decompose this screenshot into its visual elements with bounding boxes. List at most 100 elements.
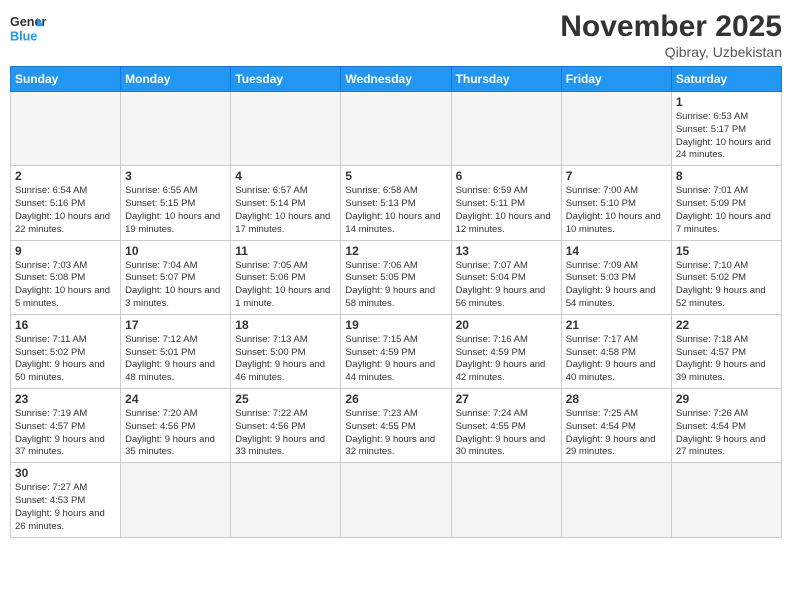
day-number: 7 [566,169,667,183]
sun-info: Sunrise: 7:03 AM Sunset: 5:08 PM Dayligh… [15,260,116,311]
day-number: 22 [676,318,777,332]
empty-cell [451,92,561,166]
day-cell-18: 18 Sunrise: 7:13 AM Sunset: 5:00 PM Dayl… [231,314,341,388]
day-number: 29 [676,392,777,406]
day-cell-1: 1 Sunrise: 6:53 AM Sunset: 5:17 PM Dayli… [671,92,781,166]
page-header: General Blue November 2025 Qibray, Uzbek… [10,10,782,60]
day-cell-17: 17 Sunrise: 7:12 AM Sunset: 5:01 PM Dayl… [121,314,231,388]
calendar-row: 2 Sunrise: 6:54 AM Sunset: 5:16 PM Dayli… [11,166,782,240]
day-number: 16 [15,318,116,332]
empty-cell [231,463,341,537]
day-number: 30 [15,466,116,480]
day-number: 1 [676,95,777,109]
day-cell-14: 14 Sunrise: 7:09 AM Sunset: 5:03 PM Dayl… [561,240,671,314]
empty-cell [341,463,451,537]
day-cell-23: 23 Sunrise: 7:19 AM Sunset: 4:57 PM Dayl… [11,389,121,463]
header-friday: Friday [561,67,671,92]
header-wednesday: Wednesday [341,67,451,92]
day-number: 13 [456,244,557,258]
day-number: 24 [125,392,226,406]
sun-info: Sunrise: 7:12 AM Sunset: 5:01 PM Dayligh… [125,334,226,385]
empty-cell [341,92,451,166]
day-cell-2: 2 Sunrise: 6:54 AM Sunset: 5:16 PM Dayli… [11,166,121,240]
weekday-header-row: Sunday Monday Tuesday Wednesday Thursday… [11,67,782,92]
sun-info: Sunrise: 7:25 AM Sunset: 4:54 PM Dayligh… [566,408,667,459]
sun-info: Sunrise: 7:23 AM Sunset: 4:55 PM Dayligh… [345,408,446,459]
calendar-table: Sunday Monday Tuesday Wednesday Thursday… [10,66,782,538]
empty-cell [451,463,561,537]
sun-info: Sunrise: 7:11 AM Sunset: 5:02 PM Dayligh… [15,334,116,385]
sun-info: Sunrise: 7:22 AM Sunset: 4:56 PM Dayligh… [235,408,336,459]
day-number: 28 [566,392,667,406]
calendar-row: 1 Sunrise: 6:53 AM Sunset: 5:17 PM Dayli… [11,92,782,166]
sun-info: Sunrise: 7:16 AM Sunset: 4:59 PM Dayligh… [456,334,557,385]
day-cell-8: 8 Sunrise: 7:01 AM Sunset: 5:09 PM Dayli… [671,166,781,240]
sun-info: Sunrise: 7:00 AM Sunset: 5:10 PM Dayligh… [566,185,667,236]
sun-info: Sunrise: 6:54 AM Sunset: 5:16 PM Dayligh… [15,185,116,236]
sun-info: Sunrise: 7:06 AM Sunset: 5:05 PM Dayligh… [345,260,446,311]
day-cell-12: 12 Sunrise: 7:06 AM Sunset: 5:05 PM Dayl… [341,240,451,314]
day-number: 9 [15,244,116,258]
day-cell-30: 30 Sunrise: 7:27 AM Sunset: 4:53 PM Dayl… [11,463,121,537]
empty-cell [11,92,121,166]
header-monday: Monday [121,67,231,92]
header-sunday: Sunday [11,67,121,92]
calendar-row: 23 Sunrise: 7:19 AM Sunset: 4:57 PM Dayl… [11,389,782,463]
day-cell-24: 24 Sunrise: 7:20 AM Sunset: 4:56 PM Dayl… [121,389,231,463]
location: Qibray, Uzbekistan [560,44,782,60]
day-cell-29: 29 Sunrise: 7:26 AM Sunset: 4:54 PM Dayl… [671,389,781,463]
sun-info: Sunrise: 6:53 AM Sunset: 5:17 PM Dayligh… [676,111,777,162]
day-cell-10: 10 Sunrise: 7:04 AM Sunset: 5:07 PM Dayl… [121,240,231,314]
day-cell-15: 15 Sunrise: 7:10 AM Sunset: 5:02 PM Dayl… [671,240,781,314]
sun-info: Sunrise: 6:58 AM Sunset: 5:13 PM Dayligh… [345,185,446,236]
header-thursday: Thursday [451,67,561,92]
empty-cell [561,463,671,537]
empty-cell [121,463,231,537]
day-number: 12 [345,244,446,258]
day-number: 5 [345,169,446,183]
svg-text:Blue: Blue [10,30,37,44]
day-cell-19: 19 Sunrise: 7:15 AM Sunset: 4:59 PM Dayl… [341,314,451,388]
day-cell-22: 22 Sunrise: 7:18 AM Sunset: 4:57 PM Dayl… [671,314,781,388]
day-cell-16: 16 Sunrise: 7:11 AM Sunset: 5:02 PM Dayl… [11,314,121,388]
day-number: 6 [456,169,557,183]
sun-info: Sunrise: 7:18 AM Sunset: 4:57 PM Dayligh… [676,334,777,385]
day-cell-26: 26 Sunrise: 7:23 AM Sunset: 4:55 PM Dayl… [341,389,451,463]
day-number: 17 [125,318,226,332]
day-number: 18 [235,318,336,332]
day-number: 21 [566,318,667,332]
calendar-row: 30 Sunrise: 7:27 AM Sunset: 4:53 PM Dayl… [11,463,782,537]
day-number: 25 [235,392,336,406]
day-number: 27 [456,392,557,406]
sun-info: Sunrise: 7:05 AM Sunset: 5:06 PM Dayligh… [235,260,336,311]
day-cell-4: 4 Sunrise: 6:57 AM Sunset: 5:14 PM Dayli… [231,166,341,240]
sun-info: Sunrise: 7:09 AM Sunset: 5:03 PM Dayligh… [566,260,667,311]
sun-info: Sunrise: 7:15 AM Sunset: 4:59 PM Dayligh… [345,334,446,385]
sun-info: Sunrise: 7:17 AM Sunset: 4:58 PM Dayligh… [566,334,667,385]
day-number: 3 [125,169,226,183]
day-cell-5: 5 Sunrise: 6:58 AM Sunset: 5:13 PM Dayli… [341,166,451,240]
empty-cell [231,92,341,166]
day-cell-11: 11 Sunrise: 7:05 AM Sunset: 5:06 PM Dayl… [231,240,341,314]
sun-info: Sunrise: 7:24 AM Sunset: 4:55 PM Dayligh… [456,408,557,459]
empty-cell [561,92,671,166]
empty-cell [671,463,781,537]
header-saturday: Saturday [671,67,781,92]
day-cell-3: 3 Sunrise: 6:55 AM Sunset: 5:15 PM Dayli… [121,166,231,240]
sun-info: Sunrise: 7:04 AM Sunset: 5:07 PM Dayligh… [125,260,226,311]
sun-info: Sunrise: 7:19 AM Sunset: 4:57 PM Dayligh… [15,408,116,459]
sun-info: Sunrise: 6:59 AM Sunset: 5:11 PM Dayligh… [456,185,557,236]
sun-info: Sunrise: 7:01 AM Sunset: 5:09 PM Dayligh… [676,185,777,236]
day-number: 4 [235,169,336,183]
day-number: 2 [15,169,116,183]
logo-icon: General Blue [10,10,46,46]
sun-info: Sunrise: 6:57 AM Sunset: 5:14 PM Dayligh… [235,185,336,236]
day-cell-20: 20 Sunrise: 7:16 AM Sunset: 4:59 PM Dayl… [451,314,561,388]
day-cell-28: 28 Sunrise: 7:25 AM Sunset: 4:54 PM Dayl… [561,389,671,463]
calendar-row: 16 Sunrise: 7:11 AM Sunset: 5:02 PM Dayl… [11,314,782,388]
sun-info: Sunrise: 7:07 AM Sunset: 5:04 PM Dayligh… [456,260,557,311]
day-number: 19 [345,318,446,332]
day-number: 8 [676,169,777,183]
day-number: 14 [566,244,667,258]
empty-cell [121,92,231,166]
